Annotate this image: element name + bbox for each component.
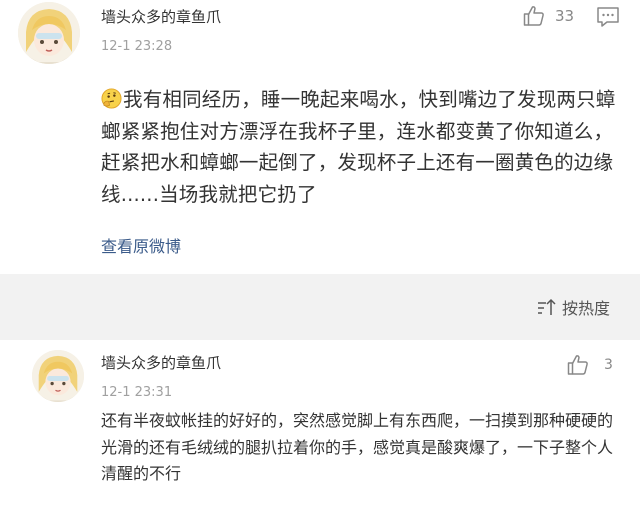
thumbs-up-icon xyxy=(566,353,590,377)
like-count: 3 xyxy=(604,357,613,373)
comment-icon[interactable] xyxy=(596,6,620,28)
reply-text: 还有半夜蚊帐挂的好好的，突然感觉脚上有东西爬，一扫摸到那种硬硬的光滑的还有毛绒绒… xyxy=(101,411,614,483)
like-button[interactable]: 33 xyxy=(522,4,574,28)
username[interactable]: 墙头众多的章鱼爪 xyxy=(101,352,221,373)
thumbs-up-icon xyxy=(522,4,546,28)
timestamp: 12-1 23:31 xyxy=(101,385,173,400)
sort-bar: 按热度 xyxy=(0,274,640,340)
avatar[interactable] xyxy=(32,350,84,402)
comment-body: 我有相同经历，睡一晚起来喝水，快到嘴边了发现两只蟑螂紧紧抱住对方漂浮在我杯子里，… xyxy=(101,88,616,206)
sort-icon xyxy=(537,298,556,315)
like-count: 33 xyxy=(555,7,575,25)
comments-page: 墙头众多的章鱼爪 12-1 23:28 33 我有相同经历，睡一晚起来喝水，快到… xyxy=(0,0,640,505)
view-original-link[interactable]: 查看原微博 xyxy=(101,233,181,257)
sort-label: 按热度 xyxy=(561,299,610,318)
main-comment: 墙头众多的章鱼爪 12-1 23:28 33 我有相同经历，睡一晚起来喝水，快到… xyxy=(0,0,640,274)
username[interactable]: 墙头众多的章鱼爪 xyxy=(101,6,221,27)
comment-text: 我有相同经历，睡一晚起来喝水，快到嘴边了发现两只蟑螂紧紧抱住对方漂浮在我杯子里，… xyxy=(101,84,626,210)
thinking-face-emoji xyxy=(101,88,122,109)
avatar[interactable] xyxy=(18,2,80,64)
sort-by-hot-button[interactable]: 按热度 xyxy=(536,295,610,319)
timestamp: 12-1 23:28 xyxy=(101,39,173,54)
like-button[interactable]: 3 xyxy=(566,353,613,377)
